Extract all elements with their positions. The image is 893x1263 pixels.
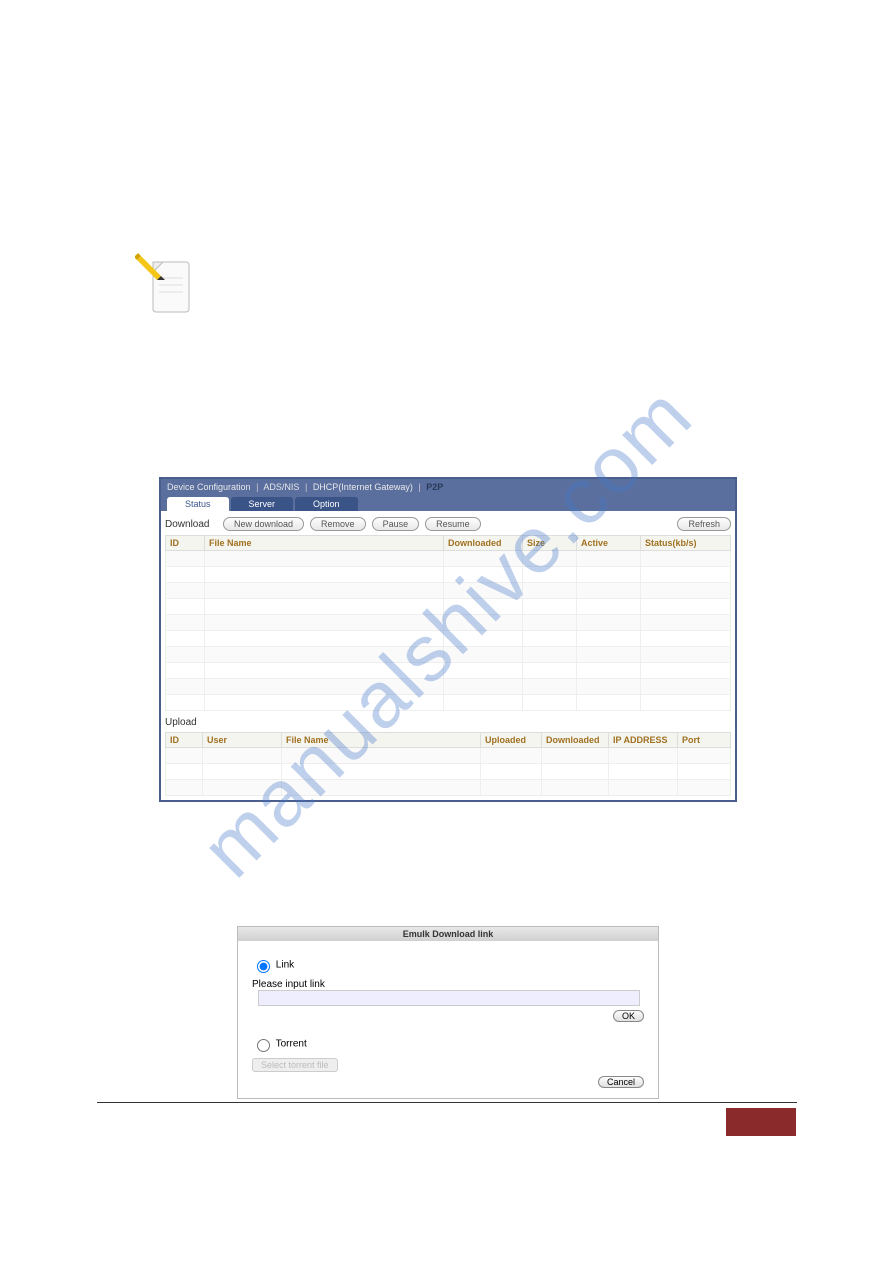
table-row	[166, 615, 731, 631]
link-input[interactable]	[258, 990, 640, 1006]
note-pencil-icon	[135, 250, 195, 320]
footer-page-box	[726, 1108, 796, 1136]
upload-table: ID User File Name Uploaded Downloaded IP…	[165, 732, 731, 796]
col-size: Size	[523, 536, 577, 551]
upload-section-label: Upload	[165, 717, 217, 728]
table-row	[166, 647, 731, 663]
crumb-ads-nis[interactable]: ADS/NIS	[263, 482, 299, 492]
download-link-dialog: Emulk Download link Link Please input li…	[237, 926, 659, 1099]
table-row	[166, 780, 731, 796]
crumb-p2p: P2P	[426, 482, 443, 492]
torrent-radio-label: Torrent	[276, 1039, 307, 1050]
crumb-device-config[interactable]: Device Configuration	[167, 482, 251, 492]
col-id: ID	[166, 536, 205, 551]
crumb-dhcp[interactable]: DHCP(Internet Gateway)	[313, 482, 413, 492]
dialog-title: Emulk Download link	[238, 927, 658, 941]
link-radio[interactable]	[257, 960, 270, 973]
footer-divider	[97, 1102, 797, 1103]
table-row	[166, 583, 731, 599]
resume-button[interactable]: Resume	[425, 517, 481, 531]
col-downloaded: Downloaded	[444, 536, 523, 551]
tab-status[interactable]: Status	[167, 497, 229, 511]
col-filename: File Name	[282, 733, 481, 748]
select-torrent-button: Select torrent file	[252, 1058, 338, 1072]
ok-button[interactable]: OK	[613, 1010, 644, 1022]
table-row	[166, 748, 731, 764]
table-row	[166, 567, 731, 583]
torrent-radio[interactable]	[257, 1039, 270, 1052]
col-uploaded: Uploaded	[481, 733, 542, 748]
refresh-button[interactable]: Refresh	[677, 517, 731, 531]
table-row	[166, 551, 731, 567]
col-ip: IP ADDRESS	[609, 733, 678, 748]
link-radio-label: Link	[276, 960, 294, 971]
table-row	[166, 631, 731, 647]
tab-server[interactable]: Server	[231, 497, 294, 511]
col-user: User	[203, 733, 282, 748]
pause-button[interactable]: Pause	[372, 517, 420, 531]
table-row	[166, 679, 731, 695]
tab-option[interactable]: Option	[295, 497, 358, 511]
col-port: Port	[678, 733, 731, 748]
remove-button[interactable]: Remove	[310, 517, 366, 531]
col-status: Status(kb/s)	[641, 536, 731, 551]
col-id: ID	[166, 733, 203, 748]
table-row	[166, 663, 731, 679]
cancel-button[interactable]: Cancel	[598, 1076, 644, 1088]
router-admin-screenshot: Device Configuration | ADS/NIS | DHCP(In…	[159, 477, 737, 802]
table-row	[166, 764, 731, 780]
breadcrumb: Device Configuration | ADS/NIS | DHCP(In…	[161, 479, 735, 495]
new-download-button[interactable]: New download	[223, 517, 304, 531]
download-table: ID File Name Downloaded Size Active Stat…	[165, 535, 731, 711]
table-row	[166, 695, 731, 711]
link-prompt: Please input link	[252, 979, 644, 990]
col-downloaded: Downloaded	[542, 733, 609, 748]
download-section-label: Download	[165, 519, 217, 530]
table-row	[166, 599, 731, 615]
col-active: Active	[577, 536, 641, 551]
col-filename: File Name	[205, 536, 444, 551]
